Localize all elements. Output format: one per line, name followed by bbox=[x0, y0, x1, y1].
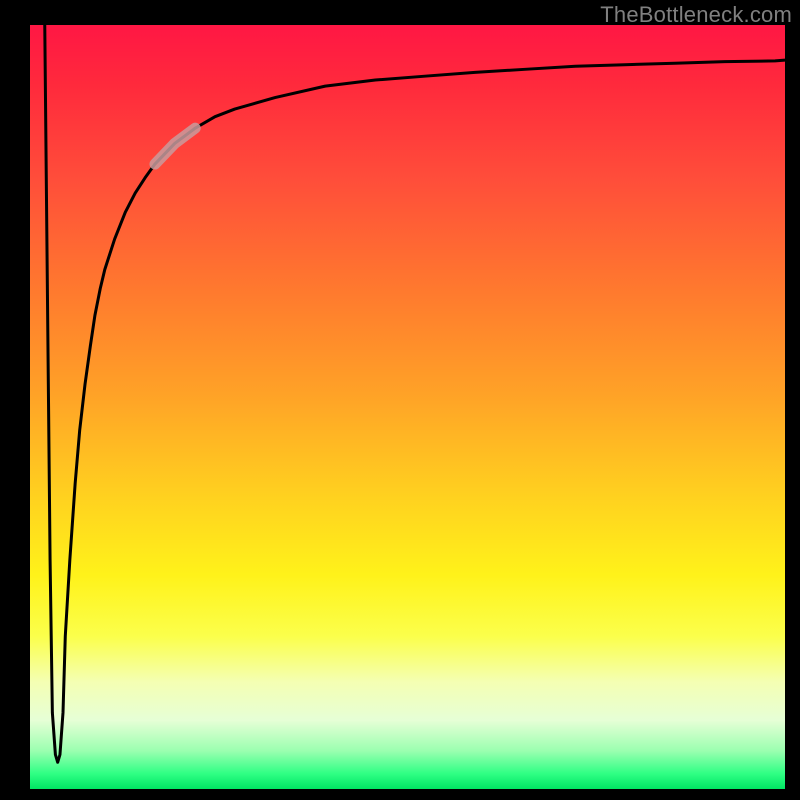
bottleneck-curve bbox=[25, 25, 785, 789]
left-axis-mask bbox=[25, 25, 30, 789]
curve-highlight-segment bbox=[155, 128, 195, 164]
watermark-text: TheBottleneck.com bbox=[600, 2, 792, 28]
curve-path bbox=[45, 25, 785, 762]
chart-frame: TheBottleneck.com bbox=[0, 0, 800, 800]
